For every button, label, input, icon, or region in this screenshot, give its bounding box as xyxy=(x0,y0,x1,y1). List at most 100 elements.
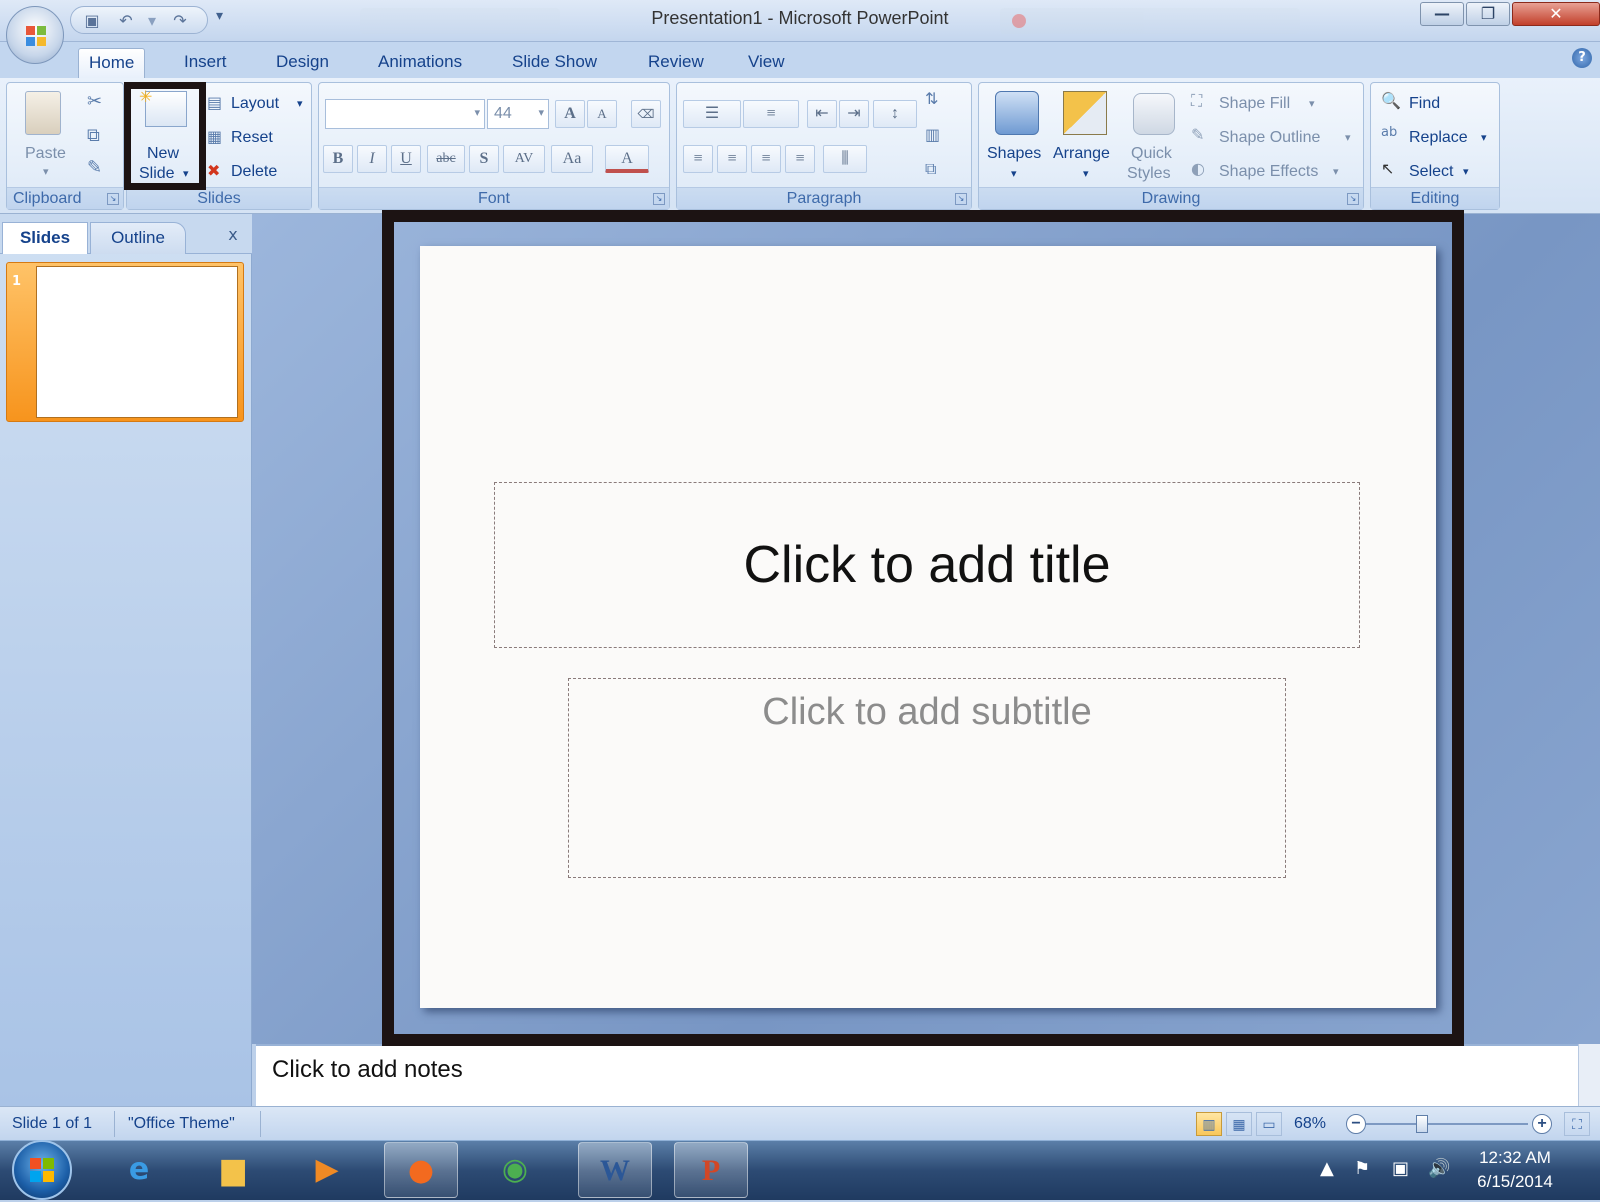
paste-dropdown-icon[interactable]: ▾ xyxy=(43,165,49,178)
dialog-launcher-icon[interactable]: ↘ xyxy=(653,193,665,205)
font-name-input[interactable]: ▾ xyxy=(325,99,485,129)
numbering-icon[interactable]: ≡ xyxy=(743,100,799,128)
undo-dropdown-icon[interactable]: ▾ xyxy=(141,11,163,31)
bold-button[interactable]: B xyxy=(323,145,353,173)
justify-icon[interactable]: ≡ xyxy=(785,145,815,173)
bullets-icon[interactable]: ☰ xyxy=(683,100,741,128)
select-dropdown-icon[interactable]: ▾ xyxy=(1463,165,1469,178)
underline-button[interactable]: U xyxy=(391,145,421,173)
customize-qat-icon[interactable]: ▾ xyxy=(216,8,223,24)
shapes-dropdown-icon[interactable]: ▾ xyxy=(1011,167,1017,180)
shape-effects-button[interactable]: Shape Effects xyxy=(1219,163,1318,181)
format-painter-icon[interactable]: ✎ xyxy=(87,157,102,178)
system-clock[interactable]: 12:32 AM 6/15/2014 xyxy=(1460,1146,1570,1194)
tab-outline[interactable]: Outline xyxy=(90,222,186,254)
file-explorer-icon[interactable]: ▆ xyxy=(196,1142,270,1198)
increase-indent-icon[interactable]: ⇥ xyxy=(839,100,869,128)
volume-icon[interactable]: 🔊 xyxy=(1428,1158,1450,1179)
zoom-slider-thumb[interactable] xyxy=(1416,1115,1428,1133)
dialog-launcher-icon[interactable]: ↘ xyxy=(955,193,967,205)
text-direction-icon[interactable]: ⇅ xyxy=(925,89,938,108)
office-button[interactable] xyxy=(6,6,64,64)
chrome-icon[interactable]: ◉ xyxy=(478,1142,552,1198)
slide-sorter-icon[interactable]: ▦ xyxy=(1226,1112,1252,1136)
arrange-button[interactable]: Arrange xyxy=(1053,145,1110,163)
tab-design[interactable]: Design xyxy=(266,48,339,78)
quick-styles-button[interactable]: Styles xyxy=(1127,165,1171,183)
tab-insert[interactable]: Insert xyxy=(174,48,237,78)
clear-formatting-icon[interactable]: ⌫ xyxy=(631,100,661,128)
shapes-button[interactable]: Shapes xyxy=(987,145,1041,163)
tab-slides[interactable]: Slides xyxy=(2,222,88,254)
strikethrough-button[interactable]: abc xyxy=(427,145,465,173)
shape-effects-dropdown-icon[interactable]: ▾ xyxy=(1333,165,1339,178)
shape-outline-dropdown-icon[interactable]: ▾ xyxy=(1345,131,1351,144)
zoom-level[interactable]: 68% xyxy=(1294,1115,1326,1133)
network-icon[interactable]: ▣ xyxy=(1392,1158,1409,1179)
internet-explorer-icon[interactable]: e xyxy=(102,1142,176,1198)
text-shadow-button[interactable]: S xyxy=(469,145,499,173)
find-button[interactable]: Find xyxy=(1409,95,1440,113)
zoom-in-icon[interactable]: + xyxy=(1532,1114,1552,1134)
media-player-icon[interactable]: ▶ xyxy=(290,1142,364,1198)
pane-close-icon[interactable]: x xyxy=(224,226,242,244)
align-left-icon[interactable]: ≡ xyxy=(683,145,713,173)
tab-review[interactable]: Review xyxy=(638,48,714,78)
dialog-launcher-icon[interactable]: ↘ xyxy=(1347,193,1359,205)
undo-icon[interactable]: ↶ xyxy=(115,11,137,31)
help-icon[interactable]: ? xyxy=(1572,48,1592,68)
align-text-icon[interactable]: ▥ xyxy=(925,125,940,144)
line-spacing-icon[interactable]: ↕ xyxy=(873,100,917,128)
zoom-slider-track[interactable] xyxy=(1366,1123,1528,1125)
shape-outline-button[interactable]: Shape Outline xyxy=(1219,129,1320,147)
copy-icon[interactable]: ⧉ xyxy=(87,125,100,146)
font-size-input[interactable]: 44 ▾ xyxy=(487,99,549,129)
arrange-dropdown-icon[interactable]: ▾ xyxy=(1083,167,1089,180)
align-right-icon[interactable]: ≡ xyxy=(751,145,781,173)
layout-button[interactable]: Layout xyxy=(231,95,279,113)
restore-button[interactable]: ❐ xyxy=(1466,2,1510,26)
notes-pane[interactable]: Click to add notes xyxy=(256,1044,1578,1106)
notes-scrollbar[interactable] xyxy=(1578,1044,1600,1106)
action-center-flag-icon[interactable]: ⚑ xyxy=(1354,1158,1370,1179)
powerpoint-icon[interactable]: P xyxy=(674,1142,748,1198)
columns-icon[interactable]: ⫼ xyxy=(823,145,867,173)
slide-canvas[interactable]: Click to add title Click to add subtitle xyxy=(420,246,1436,1008)
shrink-font-button[interactable]: A xyxy=(587,100,617,128)
normal-view-icon[interactable]: ▥ xyxy=(1196,1112,1222,1136)
delete-button[interactable]: Delete xyxy=(231,163,277,181)
subtitle-placeholder[interactable]: Click to add subtitle xyxy=(568,678,1286,878)
select-button[interactable]: Select xyxy=(1409,163,1453,181)
save-icon[interactable]: ▣ xyxy=(81,11,103,31)
shape-fill-dropdown-icon[interactable]: ▾ xyxy=(1309,97,1315,110)
align-center-icon[interactable]: ≡ xyxy=(717,145,747,173)
close-button[interactable]: ✕ xyxy=(1512,2,1600,26)
tab-slide-show[interactable]: Slide Show xyxy=(502,48,607,78)
tab-home[interactable]: Home xyxy=(78,48,146,78)
minimize-button[interactable]: — xyxy=(1420,2,1464,26)
paste-button[interactable]: Paste xyxy=(25,145,66,163)
replace-button[interactable]: Replace xyxy=(1409,129,1468,147)
layout-dropdown-icon[interactable]: ▾ xyxy=(297,97,303,110)
italic-button[interactable]: I xyxy=(357,145,387,173)
reset-button[interactable]: Reset xyxy=(231,129,273,147)
tab-view[interactable]: View xyxy=(738,48,795,78)
cut-icon[interactable]: ✂ xyxy=(87,91,102,112)
character-spacing-button[interactable]: AV xyxy=(503,145,545,173)
smartart-icon[interactable]: ⧉ xyxy=(925,159,936,179)
shape-fill-button[interactable]: Shape Fill xyxy=(1219,95,1290,113)
decrease-indent-icon[interactable]: ⇤ xyxy=(807,100,837,128)
dialog-launcher-icon[interactable]: ↘ xyxy=(107,193,119,205)
tab-animations[interactable]: Animations xyxy=(368,48,472,78)
slide-show-icon[interactable]: ▭ xyxy=(1256,1112,1282,1136)
redo-icon[interactable]: ↷ xyxy=(169,11,191,31)
word-icon[interactable]: W xyxy=(578,1142,652,1198)
start-button[interactable] xyxy=(12,1140,72,1200)
title-placeholder[interactable]: Click to add title xyxy=(494,482,1360,648)
slide-thumbnail[interactable] xyxy=(36,266,238,418)
replace-dropdown-icon[interactable]: ▾ xyxy=(1481,131,1487,144)
fit-to-window-icon[interactable]: ⛶ xyxy=(1564,1112,1590,1136)
show-hidden-icons-icon[interactable]: ▲ xyxy=(1320,1158,1334,1179)
zoom-out-icon[interactable]: − xyxy=(1346,1114,1366,1134)
font-color-button[interactable]: A xyxy=(605,145,649,173)
